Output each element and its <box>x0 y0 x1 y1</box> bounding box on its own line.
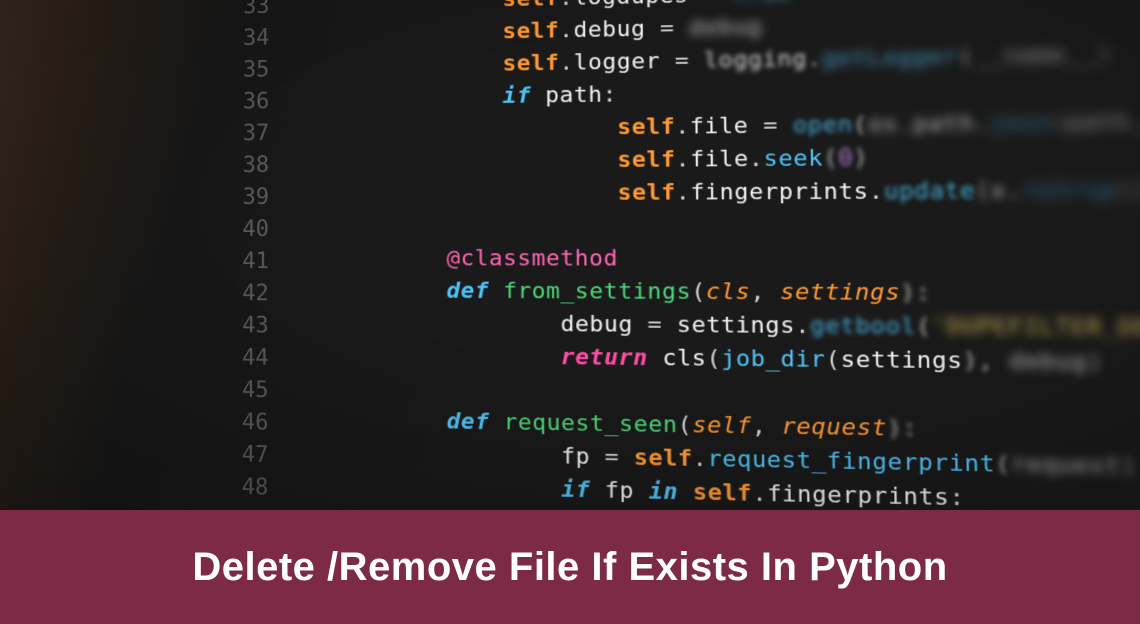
code-line: @classmethod <box>280 246 1140 281</box>
line-number: 39 <box>225 182 277 214</box>
line-number: 43 <box>225 310 277 343</box>
line-number: 47 <box>224 439 276 472</box>
line-number: 36 <box>225 86 277 118</box>
line-number: 35 <box>226 54 278 87</box>
line-number: 41 <box>225 246 277 278</box>
line-number: 37 <box>225 118 277 150</box>
banner-title: Delete /Remove File If Exists In Python <box>192 545 947 590</box>
code-line: self.file.seek(0) <box>280 143 1140 183</box>
line-number: 44 <box>225 342 277 375</box>
code-line: self.fingerprints.update(x.rstrip() for … <box>280 177 1140 214</box>
title-banner: Delete /Remove File If Exists In Python <box>0 510 1140 624</box>
line-number: 42 <box>225 278 277 310</box>
line-number: 45 <box>224 374 276 407</box>
line-number: 38 <box>225 150 277 182</box>
line-number: 46 <box>224 407 276 440</box>
line-number: 34 <box>226 23 278 56</box>
code-line <box>280 211 1140 246</box>
line-number-gutter: 33343536373839404142434445464748 <box>224 0 277 505</box>
code-line: def from_settings(cls, settings): <box>280 278 1140 315</box>
code-screenshot: 33343536373839404142434445464748 self.lo… <box>0 0 1140 510</box>
line-number: 48 <box>224 471 276 505</box>
line-number: 40 <box>225 214 277 246</box>
code-block: self.logdupes = True self.debug = debug … <box>279 0 1140 510</box>
line-number: 33 <box>226 0 278 24</box>
